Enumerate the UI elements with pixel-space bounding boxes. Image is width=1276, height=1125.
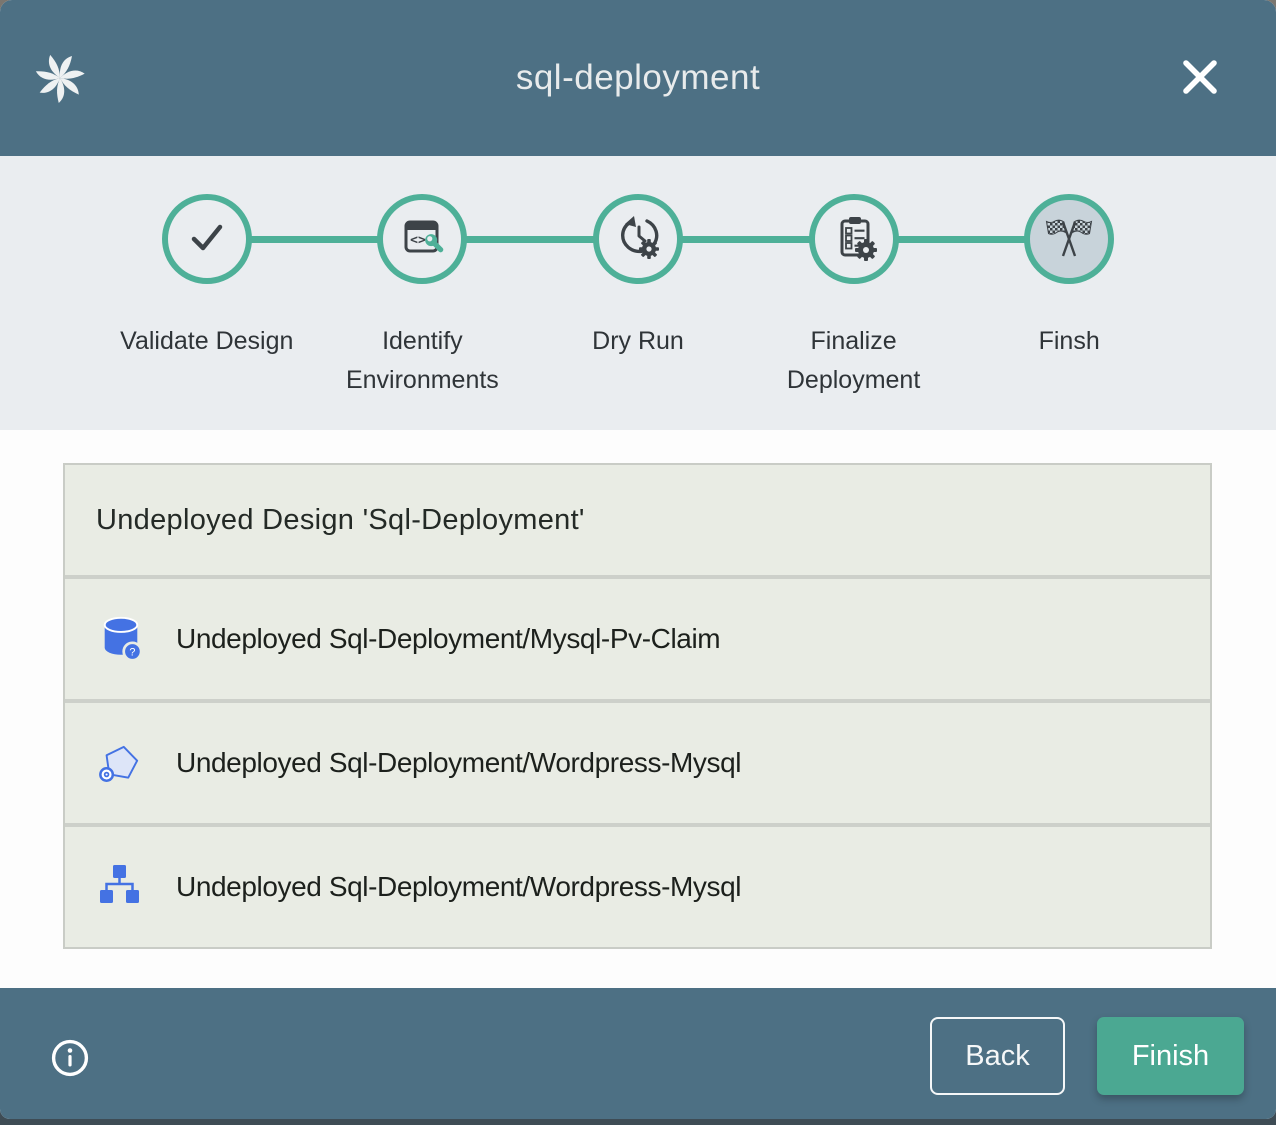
svg-text:?: ? [129, 646, 135, 658]
deployment-results-list: Undeployed Design 'Sql-Deployment' ? Und… [63, 463, 1212, 949]
clipboard-gear-icon [830, 213, 878, 266]
list-item: Undeployed Design 'Sql-Deployment' [65, 465, 1210, 575]
meshery-spiral-logo [34, 52, 86, 104]
close-icon [1179, 56, 1221, 101]
list-item: ? Undeployed Sql-Deployment/Mysql-Pv-Cla… [65, 579, 1210, 699]
check-icon [184, 214, 230, 265]
wizard-stepper: Validate Design <> [0, 156, 1276, 430]
info-button[interactable] [50, 1038, 90, 1078]
step-label: Finsh [979, 322, 1159, 361]
list-item-text: Undeployed Design 'Sql-Deployment' [96, 504, 585, 537]
list-item: Undeployed Sql-Deployment/Wordpress-Mysq… [65, 827, 1210, 947]
modal-header: sql-deployment [0, 0, 1276, 156]
step-dry-run: Dry Run [530, 156, 746, 400]
sync-clock-gear-icon [614, 213, 662, 266]
info-icon [50, 1066, 90, 1081]
step-label: Dry Run [548, 322, 728, 361]
deployment-results-panel: Undeployed Design 'Sql-Deployment' ? Und… [0, 430, 1276, 988]
back-button[interactable]: Back [930, 1017, 1065, 1095]
list-item-text: Undeployed Sql-Deployment/Mysql-Pv-Claim [176, 623, 720, 655]
step-circle [1024, 194, 1114, 284]
close-button[interactable] [1174, 52, 1226, 104]
hierarchy-icon [96, 862, 146, 912]
step-circle [162, 194, 252, 284]
step-circle: <> [377, 194, 467, 284]
step-label: Identify Environments [332, 322, 512, 400]
database-question-icon: ? [96, 614, 146, 664]
step-circle [593, 194, 683, 284]
step-label: Finalize Deployment [764, 322, 944, 400]
step-finalize-deployment: Finalize Deployment [746, 156, 962, 400]
list-item-text: Undeployed Sql-Deployment/Wordpress-Mysq… [176, 871, 741, 903]
modal-footer: Back Finish [0, 988, 1276, 1119]
modal-title: sql-deployment [516, 58, 760, 98]
step-circle [809, 194, 899, 284]
list-item-text: Undeployed Sql-Deployment/Wordpress-Mysq… [176, 747, 741, 779]
step-label: Validate Design [117, 322, 297, 361]
list-item: Undeployed Sql-Deployment/Wordpress-Mysq… [65, 703, 1210, 823]
step-validate-design: Validate Design [99, 156, 315, 400]
svg-text:<>: <> [411, 233, 427, 248]
finish-button[interactable]: Finish [1097, 1017, 1244, 1095]
deployment-wizard-modal: sql-deployment Validate Design [0, 0, 1276, 1119]
checkered-flags-icon [1045, 213, 1093, 266]
code-window-wrench-icon: <> [398, 213, 446, 266]
pentagon-badge-icon [96, 738, 146, 788]
step-identify-environments: <> Identify Environments [315, 156, 531, 400]
step-finish: Finsh [961, 156, 1177, 400]
